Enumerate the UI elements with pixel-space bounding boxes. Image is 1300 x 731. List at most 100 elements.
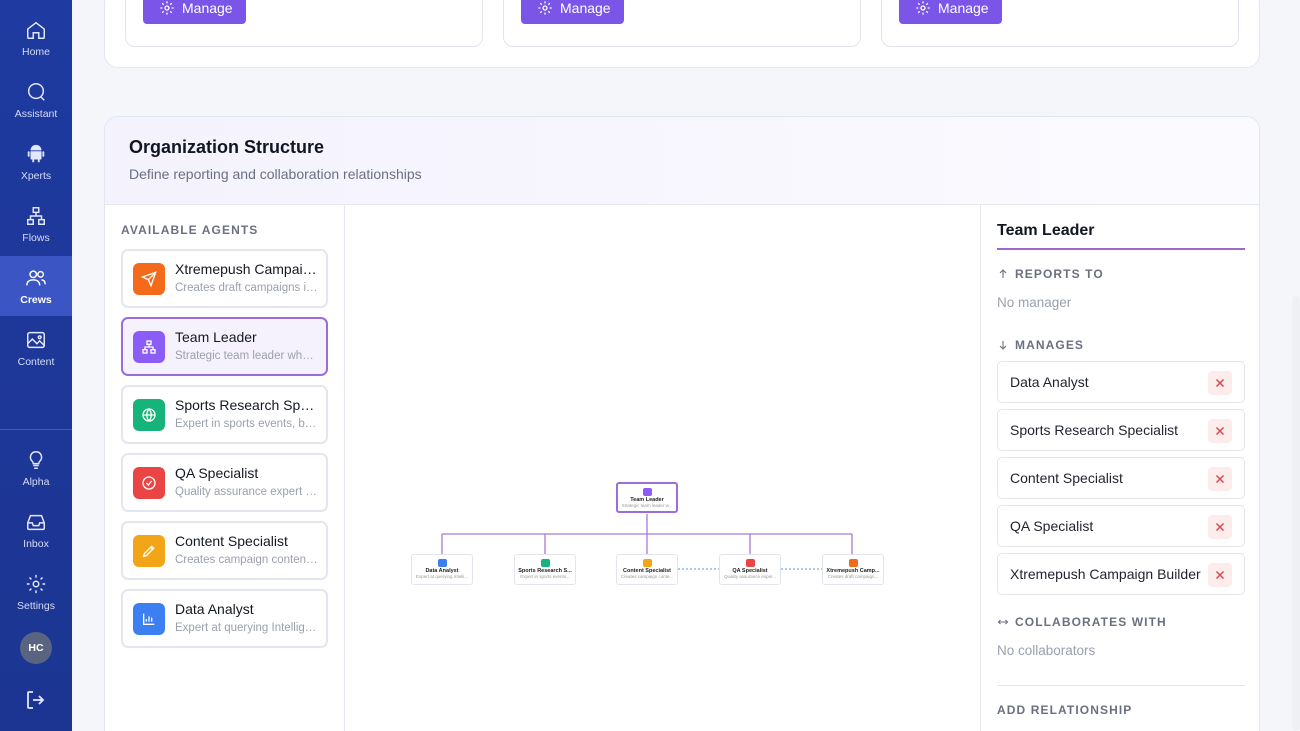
available-agents-label: AVAILABLE AGENTS — [121, 223, 259, 237]
reports-to-heading: REPORTS TO — [997, 267, 1104, 281]
sidebar: Home Assistant Xperts Flows Crews Conten… — [0, 0, 72, 731]
agent-name: Xtremepush Campaign Builder — [175, 261, 320, 277]
org-node-team-leader[interactable]: Team Leader Strategic team leader w... — [616, 482, 678, 513]
org-node-data-analyst[interactable]: Data Analyst Expert at querying Intelli.… — [411, 554, 473, 585]
manages-label: MANAGES — [1015, 338, 1085, 352]
nav-content[interactable]: Content — [0, 318, 72, 378]
collaborates-value: No collaborators — [997, 643, 1096, 658]
pen-icon — [133, 535, 165, 567]
gear-icon — [160, 1, 174, 15]
available-agents-list: AVAILABLE AGENTS Xtremepush Campaign Bui… — [105, 205, 345, 731]
close-icon — [1215, 474, 1225, 484]
managed-agent-name: QA Specialist — [1010, 518, 1094, 534]
agent-description: Expert at querying Intelligence data — [175, 622, 320, 634]
remove-relationship-button[interactable] — [1208, 515, 1232, 539]
managed-agent-row: QA Specialist — [997, 505, 1245, 547]
nav-inbox[interactable]: Inbox — [0, 500, 72, 560]
node-description: Creates draft campaign... — [827, 574, 879, 579]
crew-card: Manage — [881, 0, 1239, 47]
agent-card-qa-specialist[interactable]: QA Specialist Quality assurance expert f… — [121, 453, 328, 512]
manage-button[interactable]: Manage — [143, 0, 246, 24]
chat-icon — [27, 82, 45, 101]
nav-content-label: Content — [17, 355, 55, 368]
remove-relationship-button[interactable] — [1208, 467, 1232, 491]
nav-settings[interactable]: Settings — [0, 562, 72, 622]
org-node-qa-specialist[interactable]: QA Specialist Quality assurance exper... — [719, 554, 781, 585]
node-description: Creates campaign conte... — [620, 574, 674, 579]
globe-icon — [540, 559, 550, 567]
managed-agent-name: Sports Research Specialist — [1010, 422, 1179, 438]
remove-relationship-button[interactable] — [1208, 563, 1232, 587]
agent-name: Data Analyst — [175, 601, 254, 617]
managed-agent-name: Data Analyst — [1010, 374, 1089, 390]
remove-relationship-button[interactable] — [1208, 419, 1232, 443]
android-icon — [27, 144, 45, 162]
agent-card-sports-research[interactable]: Sports Research Specialist Expert in spo… — [121, 385, 328, 444]
agent-description: Creates draft campaigns in Xtremepush — [175, 282, 320, 294]
org-node-xtremepush[interactable]: Xtremepush Camp... Creates draft campaig… — [822, 554, 884, 585]
agent-description: Expert in sports events, bettings and sc… — [175, 418, 320, 430]
manage-label: Manage — [938, 0, 989, 16]
page-subtitle: Define reporting and collaboration relat… — [129, 166, 422, 182]
node-description: Quality assurance exper... — [723, 574, 777, 579]
reporting-lines — [441, 514, 853, 554]
logout-icon[interactable] — [24, 688, 48, 712]
sidebar-divider — [0, 429, 72, 430]
add-relationship-label: ADD RELATIONSHIP — [997, 703, 1133, 717]
nav-crews[interactable]: Crews — [0, 256, 72, 316]
org-node-sports-research[interactable]: Sports Research S... Expert in sports ev… — [514, 554, 576, 585]
agent-card-xtremepush[interactable]: Xtremepush Campaign Builder Creates draf… — [121, 249, 328, 308]
image-icon — [27, 331, 45, 348]
close-icon — [1215, 522, 1225, 532]
page-scrollbar[interactable] — [1292, 296, 1300, 731]
agent-name: Sports Research Specialist — [175, 397, 320, 413]
nav-xperts-label: Xperts — [20, 169, 52, 182]
hierarchy-icon — [642, 488, 652, 496]
nav-flows[interactable]: Flows — [0, 194, 72, 254]
managed-agent-row: Sports Research Specialist — [997, 409, 1245, 451]
collaborates-label: COLLABORATES WITH — [1015, 615, 1167, 629]
agent-card-content-specialist[interactable]: Content Specialist Creates campaign cont… — [121, 521, 328, 580]
send-icon — [133, 263, 165, 295]
crew-card: Manage — [503, 0, 861, 47]
managed-agent-row: Data Analyst — [997, 361, 1245, 403]
manage-button[interactable]: Manage — [899, 0, 1002, 24]
org-node-content-specialist[interactable]: Content Specialist Creates campaign cont… — [616, 554, 678, 585]
agent-detail-panel: Team Leader REPORTS TO No manager MANAGE… — [980, 205, 1259, 731]
agent-description: Creates campaign content and copy — [175, 554, 320, 566]
gear-icon — [916, 1, 930, 15]
org-header: Organization Structure Define reporting … — [105, 117, 1259, 205]
agent-name: Team Leader — [175, 329, 257, 345]
agent-description: Strategic team leader who coordinates th… — [175, 350, 320, 362]
divider — [997, 685, 1245, 686]
agent-card-data-analyst[interactable]: Data Analyst Expert at querying Intellig… — [121, 589, 328, 648]
nav-xperts[interactable]: Xperts — [0, 132, 72, 192]
remove-relationship-button[interactable] — [1208, 371, 1232, 395]
avatar[interactable]: HC — [20, 632, 52, 664]
nav-home[interactable]: Home — [0, 8, 72, 68]
flow-icon — [27, 206, 45, 225]
org-chart-canvas[interactable]: Team Leader Strategic team leader w... D… — [346, 205, 980, 731]
org-chart-connectors — [441, 514, 853, 570]
nav-settings-label: Settings — [17, 599, 55, 612]
nav-home-label: Home — [21, 45, 50, 58]
manage-button[interactable]: Manage — [521, 0, 624, 24]
nav-assistant[interactable]: Assistant — [0, 70, 72, 130]
close-icon — [1215, 378, 1225, 388]
agent-card-team-leader[interactable]: Team Leader Strategic team leader who co… — [121, 317, 328, 376]
manage-label: Manage — [560, 0, 611, 16]
nav-flows-label: Flows — [22, 231, 50, 244]
check-circle-icon — [745, 559, 755, 567]
arrow-left-right-icon — [997, 619, 1009, 625]
inbox-icon — [27, 514, 45, 530]
send-icon — [848, 559, 858, 567]
crew-card: Manage — [125, 0, 483, 47]
nav-alpha[interactable]: Alpha — [0, 438, 72, 498]
gear-icon — [538, 1, 552, 15]
nav-alpha-label: Alpha — [22, 475, 50, 488]
nav-assistant-label: Assistant — [14, 107, 58, 120]
lightbulb-icon — [29, 450, 43, 469]
arrow-down-icon — [999, 341, 1007, 350]
crews-panel: Manage Manage Manage — [104, 0, 1260, 68]
managed-agent-row: Xtremepush Campaign Builder — [997, 553, 1245, 595]
